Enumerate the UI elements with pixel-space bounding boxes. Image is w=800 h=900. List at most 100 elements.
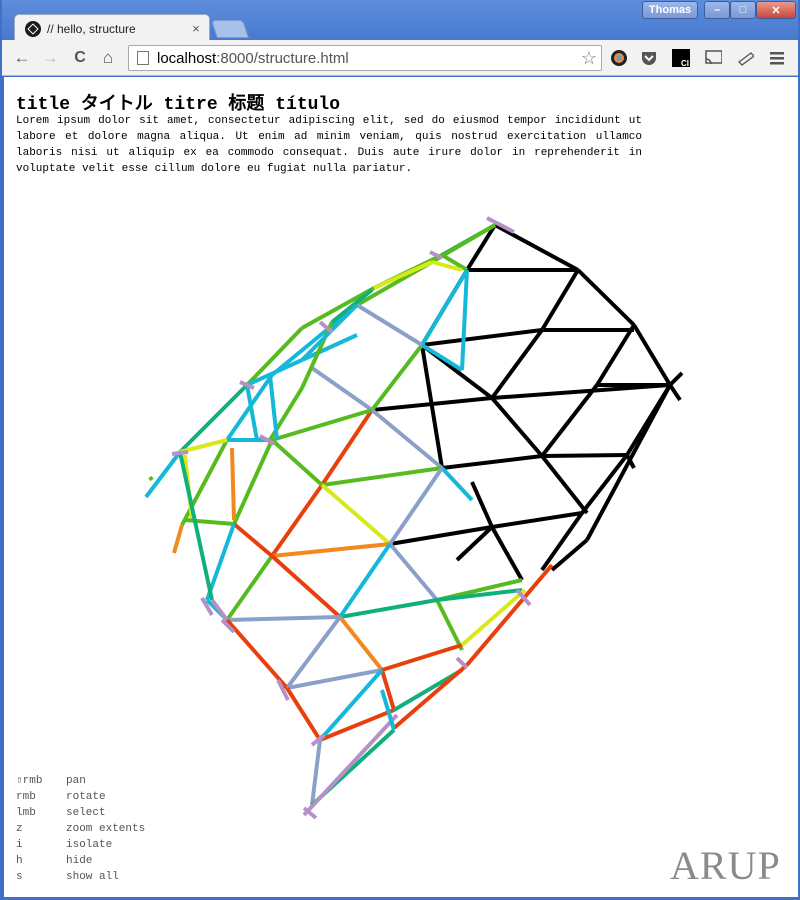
structure-member[interactable] [465,563,554,667]
structure-member[interactable] [245,384,259,441]
control-key: s [16,871,23,883]
structure-member[interactable] [540,454,589,515]
structure-member[interactable] [225,618,289,690]
address-bar[interactable]: localhost:8000/structure.html ☆ [128,45,602,71]
structure-member[interactable] [494,223,579,272]
structure-member[interactable] [370,343,424,412]
structure-member[interactable] [388,542,439,602]
ci-extension-icon[interactable]: CI [672,49,690,67]
structure-member[interactable] [285,686,322,742]
structure-member[interactable] [232,522,274,558]
pocket-extension-icon[interactable] [640,49,658,67]
structure-member[interactable] [490,328,544,400]
control-action: hide [66,855,93,867]
structure-member[interactable] [270,438,324,487]
page-title: title タイトル titre 标题 título [16,95,341,115]
structure-member[interactable] [595,323,636,387]
structure-member[interactable] [470,481,494,528]
structure-member[interactable] [338,542,392,619]
structure-member[interactable] [460,269,469,371]
tab-close-icon[interactable]: × [187,21,205,36]
reload-button[interactable]: C [70,48,90,68]
structure-member[interactable] [440,466,474,502]
structure-member[interactable] [225,554,274,622]
structure-member[interactable] [268,374,279,441]
new-tab-button[interactable] [211,20,249,38]
structure-member[interactable] [373,260,433,290]
browser-toolbar: ← → C ⌂ localhost:8000/structure.html ☆ … [2,40,798,76]
structure-member[interactable] [540,268,580,332]
structure-member[interactable] [321,466,443,487]
structure-member[interactable] [310,366,374,412]
structure-member[interactable] [585,384,672,541]
structure-member[interactable] [370,408,444,470]
structure-member[interactable] [230,447,236,521]
structure-member[interactable] [271,542,391,558]
structure-member[interactable] [550,538,589,572]
structure-member[interactable] [381,643,463,672]
structure-member[interactable] [339,598,438,619]
back-button[interactable]: ← [12,48,32,68]
structure-member[interactable] [491,511,583,529]
structure-member[interactable] [576,268,636,327]
maximize-button[interactable]: □ [730,1,756,19]
structure-member[interactable] [632,323,672,387]
tab-hello-structure[interactable]: // hello, structure × [14,14,210,42]
control-key: i [16,839,23,851]
structure-member[interactable] [490,396,544,458]
cast-icon[interactable] [704,49,722,67]
structure-model[interactable] [144,216,684,820]
url-text[interactable]: localhost:8000/structure.html [157,50,577,67]
page-content: title タイトル titre 标题 título Lorem ipsum d… [4,77,798,897]
structure-member[interactable] [148,475,154,482]
structure-member[interactable] [355,303,424,347]
structure-member[interactable] [270,554,342,619]
structure-member[interactable] [172,524,184,554]
structure-member[interactable] [421,328,543,347]
control-key: z [16,823,23,835]
minimize-button[interactable]: – [704,1,730,19]
structure-member[interactable] [301,333,358,362]
structure-member[interactable] [668,371,684,387]
structure-member[interactable] [246,358,303,387]
support-tick [455,656,469,670]
color-picker-extension-icon[interactable] [610,49,628,67]
structure-member[interactable] [441,454,543,470]
structure-member[interactable] [392,663,469,730]
structure-member[interactable] [320,483,392,546]
control-action: zoom extents [66,823,146,835]
control-row: z zoom extents [16,821,145,837]
structure-member[interactable] [285,615,342,690]
forward-button[interactable]: → [40,48,60,68]
home-button[interactable]: ⌂ [98,48,118,68]
structure-member[interactable] [338,615,384,672]
url-path: :8000/structure.html [216,49,349,67]
close-window-button[interactable]: ✕ [756,1,796,19]
structure-member[interactable] [541,453,628,458]
structure-member[interactable] [310,739,322,806]
structure-member[interactable] [270,483,324,558]
tab-title: // hello, structure [47,21,136,36]
structure-member[interactable] [668,383,682,402]
structure-member[interactable] [420,268,469,347]
control-action: show all [66,871,119,883]
structure-member[interactable] [232,439,274,525]
profile-button[interactable]: Thomas [642,1,698,19]
menu-icon[interactable] [768,49,786,67]
control-row: s show all [16,869,145,885]
structure-member[interactable] [388,466,444,546]
control-key: h [16,855,23,867]
control-key: rmb [16,791,36,803]
structure-member[interactable] [435,599,464,651]
bookmark-star-icon[interactable]: ☆ [577,48,601,69]
control-row: h hide [16,853,145,869]
structure-member[interactable] [490,526,524,581]
structure-member[interactable] [184,518,235,526]
structure-member[interactable] [226,615,341,622]
structure-member[interactable] [144,450,182,499]
browser-frame: // hello, structure × Thomas – □ ✕ ← → C… [2,0,798,898]
edit-extension-icon[interactable] [736,49,754,67]
structure-member[interactable] [420,343,464,372]
control-action: select [66,807,106,819]
control-key: ⇧rmb [16,775,43,787]
